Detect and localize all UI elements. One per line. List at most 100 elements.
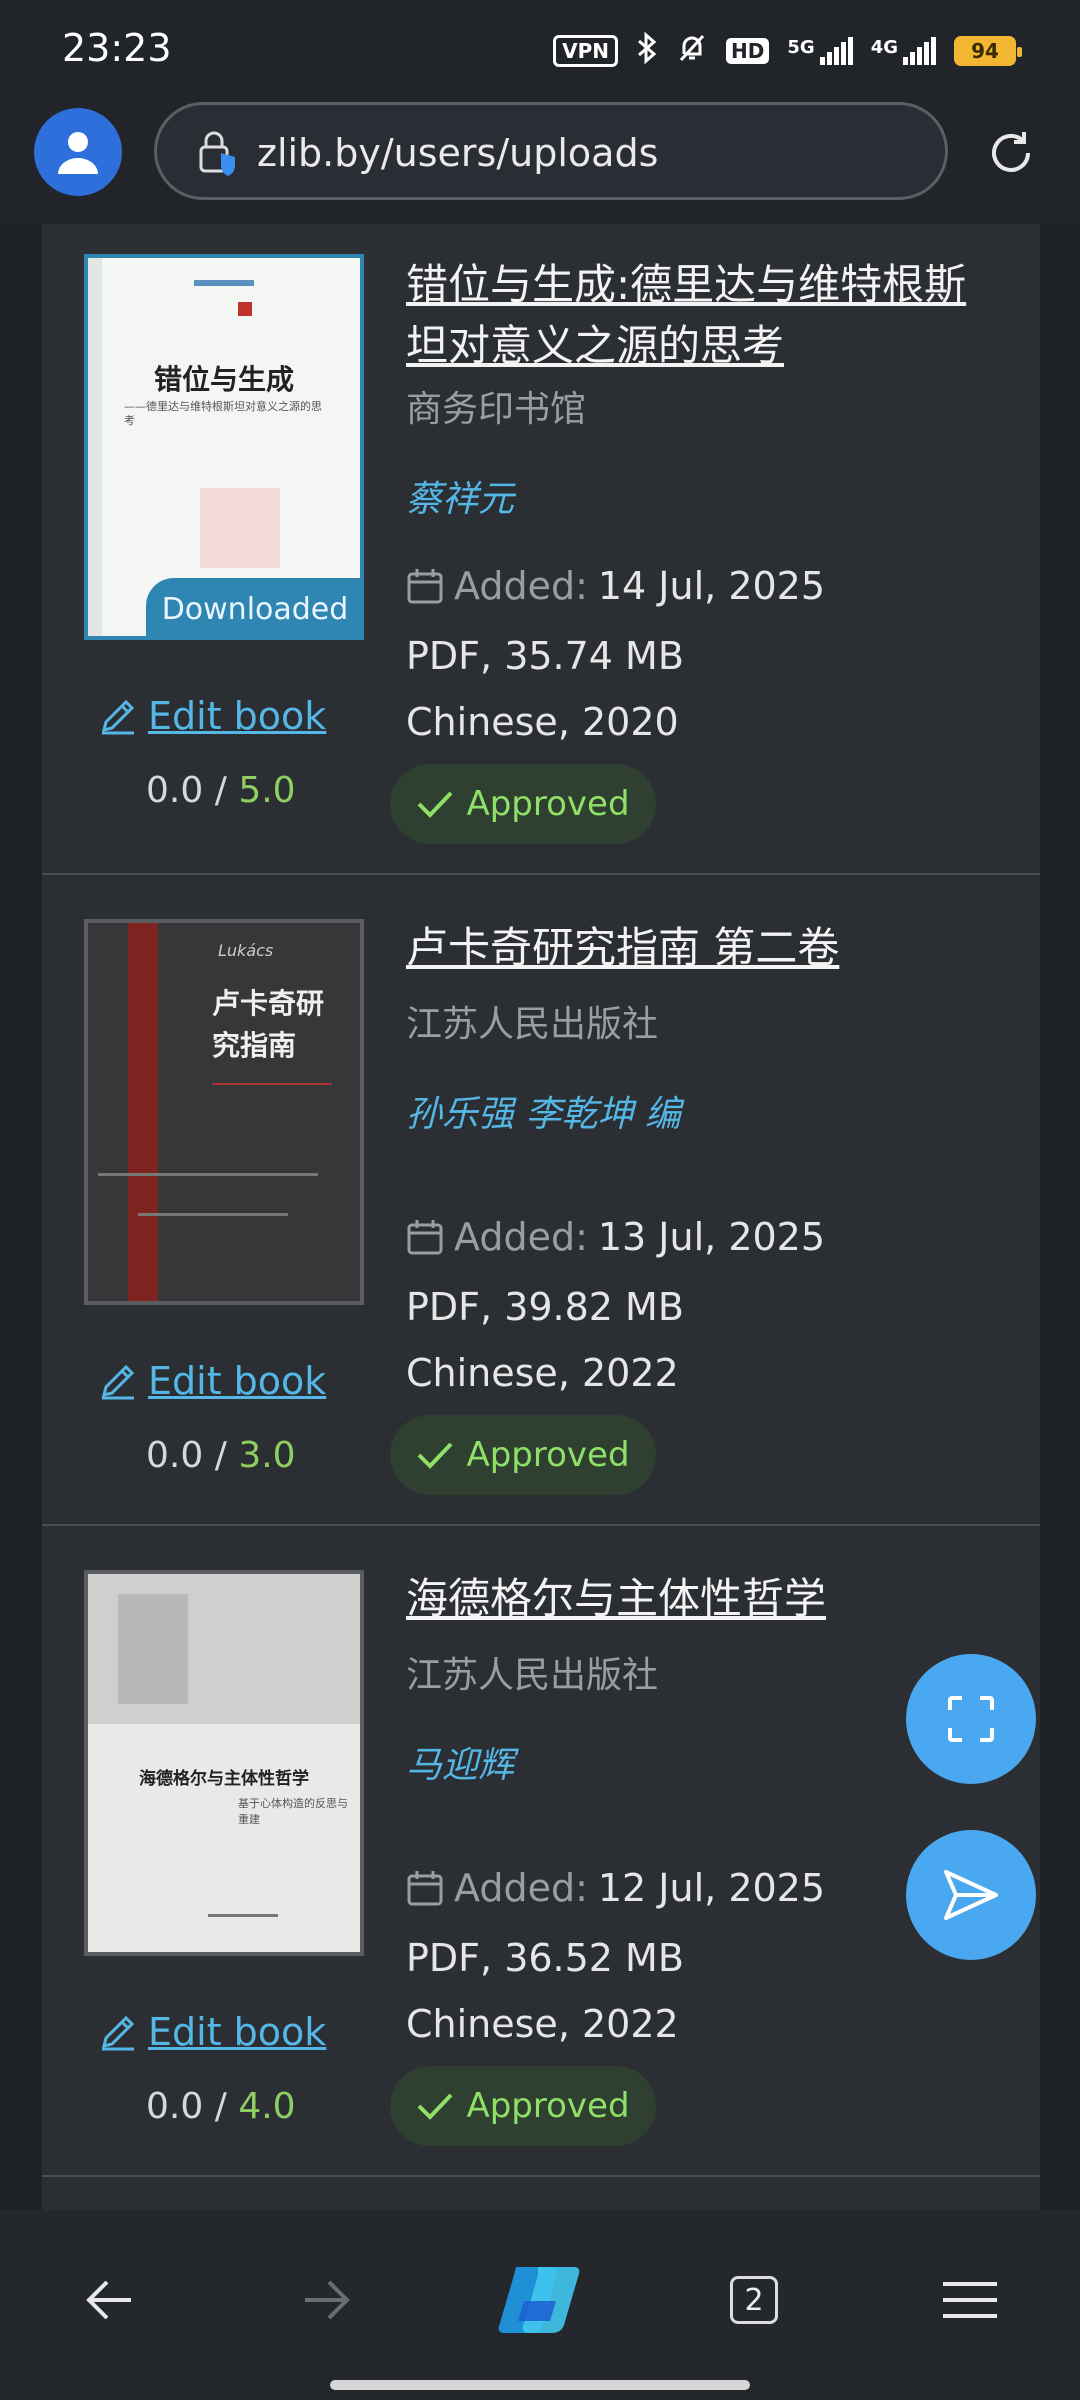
book-card: Lukács 卢卡奇研究指南 Edit book 0.0 / 3.0 卢卡奇研究… [42,875,1040,1526]
book-cover[interactable]: 错位与生成 ——德里达与维特根斯坦对意义之源的思考 Downloaded [84,254,364,640]
cover-title: 卢卡奇研究指南 [212,987,325,1062]
added-value: 14 Jul, 2025 [597,564,826,608]
book-card-partial [42,2177,1040,2210]
tabs-button[interactable]: 2 [704,2250,804,2350]
tab-count[interactable]: 2 [730,2276,778,2324]
pencil-icon [101,1364,135,1400]
book-author[interactable]: 马迎辉 [406,1736,514,1788]
rating: 0.0 / 4.0 [146,2086,296,2127]
screenshot-fab[interactable] [906,1654,1036,1784]
book-title[interactable]: 错位与生成:德里达与维特根斯坦对意义之源的思考 [406,254,1006,376]
cover-title: 错位与生成 [153,363,294,396]
added-label: Added: [454,1866,588,1910]
battery-level: 94 [971,39,999,63]
language-year: Chinese, 2022 [406,1351,679,1395]
status-bar: 23:23 VPN HD 5G 4G 94 [0,0,1080,100]
home-indicator[interactable] [330,2380,750,2390]
format-size: PDF, 35.74 MB [406,634,684,678]
user-icon [58,132,98,174]
format-size: PDF, 39.82 MB [406,1285,684,1329]
uploads-page: 错位与生成 ——德里达与维特根斯坦对意义之源的思考 Downloaded Edi… [0,224,1080,2210]
menu-button[interactable] [920,2250,1020,2350]
status-time: 23:23 [62,26,172,70]
rating-separator: / [214,1435,227,1476]
signal-4g-label: 4G [870,37,898,58]
book-author[interactable]: 蔡祥元 [406,470,514,522]
rating-value: 0.0 [146,2086,204,2127]
downloaded-badge: Downloaded [146,578,364,640]
book-cover[interactable]: 海德格尔与主体性哲学 基于心体构造的反思与重建 [84,1570,364,1956]
book-publisher: 商务印书馆 [406,389,587,430]
book-card: 错位与生成 ——德里达与维特根斯坦对意义之源的思考 Downloaded Edi… [42,224,1040,875]
book-publisher: 江苏人民出版社 [406,1655,659,1696]
calendar-icon [407,1220,443,1255]
added-date: Added: 13 Jul, 2025 [406,1215,825,1259]
book-card: 海德格尔与主体性哲学 基于心体构造的反思与重建 Edit book 0.0 / … [42,1526,1040,2177]
cover-subtitle: 基于心体构造的反思与重建 [238,1797,348,1826]
rating: 0.0 / 3.0 [146,1435,296,1476]
profile-avatar[interactable] [34,108,122,196]
added-date: Added: 14 Jul, 2025 [406,564,825,608]
cover-subtitle: Lukács [218,941,274,960]
pencil-icon [101,2015,135,2051]
reload-icon[interactable] [984,126,1038,184]
rating-value: 0.0 [146,770,204,811]
edit-book-label[interactable]: Edit book [148,2010,326,2054]
browser-bottom-nav: 2 [0,2210,1080,2400]
book-title[interactable]: 卢卡奇研究指南 第二卷 [406,917,1006,978]
forward-button[interactable] [276,2250,376,2350]
book-publisher: 江苏人民出版社 [406,1004,659,1045]
approved-badge: Approved [390,1415,656,1495]
edit-book-link[interactable]: Edit book [98,694,326,738]
arrow-right-icon [305,2280,350,2320]
added-date: Added: 12 Jul, 2025 [406,1866,825,1910]
approved-label: Approved [466,784,630,824]
browser-toolbar: zlib.by/users/uploads [0,100,1080,224]
edit-book-link[interactable]: Edit book [98,1359,326,1403]
approved-badge: Approved [390,2066,656,2146]
check-icon [418,2093,453,2120]
rating-max: 4.0 [238,2086,296,2127]
added-label: Added: [454,564,588,608]
rating-value: 0.0 [146,1435,204,1476]
rating-max: 5.0 [238,770,296,811]
approved-badge: Approved [390,764,656,844]
url-text[interactable]: zlib.by/users/uploads [257,131,658,175]
approved-label: Approved [466,1435,630,1475]
book-cover[interactable]: Lukács 卢卡奇研究指南 [84,919,364,1305]
added-value: 12 Jul, 2025 [597,1866,826,1910]
edit-book-label[interactable]: Edit book [148,694,326,738]
book-author[interactable]: 孙乐强 李乾坤 编 [406,1085,681,1137]
signal-5g-icon: 5G [787,37,853,65]
vpn-icon: VPN [553,35,619,67]
check-icon [418,791,453,818]
format-size: PDF, 36.52 MB [406,1936,684,1980]
battery-icon: 94 [954,36,1022,66]
copilot-button[interactable] [490,2250,590,2350]
status-icons: VPN HD 5G 4G 94 [553,31,1022,70]
calendar-icon [407,1871,443,1906]
book-title[interactable]: 海德格尔与主体性哲学 [406,1568,1006,1629]
book-list: 错位与生成 ——德里达与维特根斯坦对意义之源的思考 Downloaded Edi… [42,224,1040,2210]
send-fab[interactable] [906,1830,1036,1960]
language-year: Chinese, 2022 [406,2002,679,2046]
hd-icon: HD [726,38,770,64]
rating: 0.0 / 5.0 [146,770,296,811]
added-label: Added: [454,1215,588,1259]
back-button[interactable] [60,2250,160,2350]
added-value: 13 Jul, 2025 [597,1215,826,1259]
send-icon [944,1870,998,1920]
pencil-icon [101,699,135,735]
edit-book-link[interactable]: Edit book [98,2010,326,2054]
bluetooth-icon [636,31,658,70]
hamburger-menu-icon [943,2282,997,2318]
rating-separator: / [214,2086,227,2127]
approved-label: Approved [466,2086,630,2126]
edit-book-label[interactable]: Edit book [148,1359,326,1403]
site-security-icon[interactable] [197,131,241,181]
rating-max: 3.0 [238,1435,296,1476]
cover-subtitle: ——德里达与维特根斯坦对意义之源的思考 [124,400,322,427]
scan-frame-icon [948,1696,994,1742]
url-field[interactable]: zlib.by/users/uploads [154,102,948,200]
rating-separator: / [214,770,227,811]
